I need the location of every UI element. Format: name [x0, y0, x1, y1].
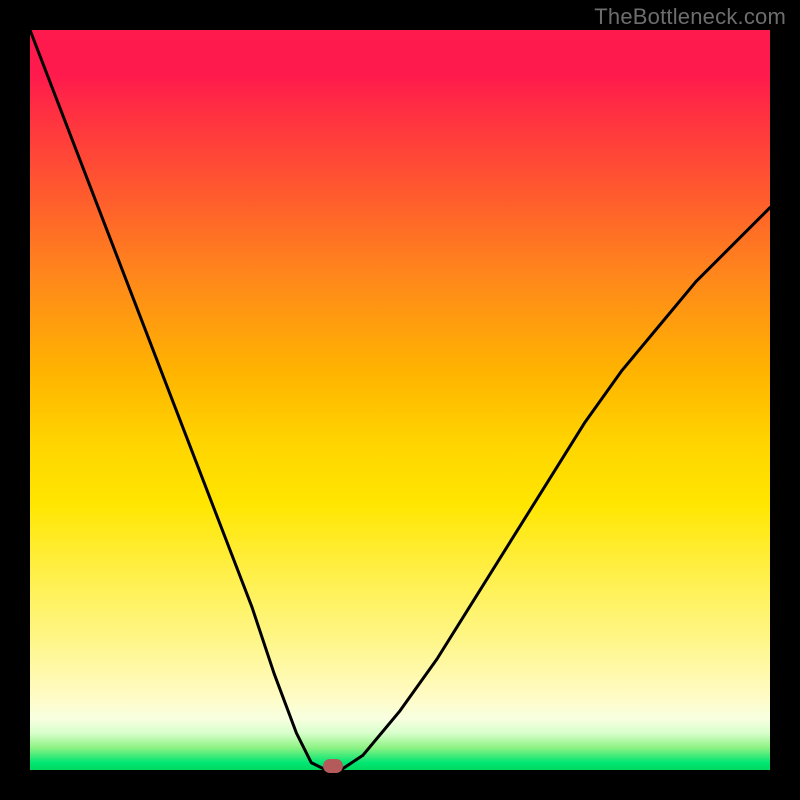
bottleneck-curve: [30, 30, 770, 770]
attribution-text: TheBottleneck.com: [594, 4, 786, 30]
plot-area: [30, 30, 770, 770]
chart-frame: TheBottleneck.com: [0, 0, 800, 800]
minimum-marker: [323, 759, 343, 773]
